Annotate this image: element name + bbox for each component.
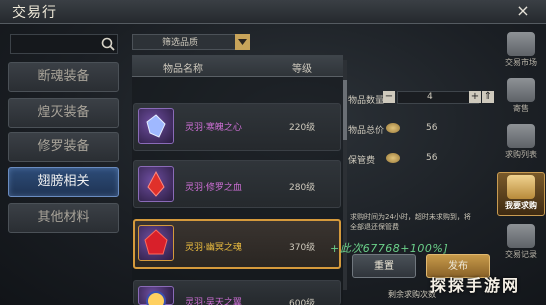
- nav-label: 我要求购: [505, 201, 537, 210]
- item-icon-soul: [138, 225, 174, 261]
- item-level: 370级: [289, 243, 316, 253]
- item-level: 220级: [289, 123, 316, 133]
- quantity-minus-button[interactable]: −: [383, 91, 395, 103]
- window-title: 交易行: [12, 5, 57, 21]
- list-icon: [507, 124, 535, 148]
- coin-icon: [386, 153, 400, 163]
- nav-buy-request[interactable]: 我要求购: [497, 172, 545, 216]
- category-tab-materials[interactable]: 其他材料: [8, 203, 119, 233]
- quantity-value: 4: [427, 92, 433, 102]
- nav-buy-list[interactable]: 求购列表: [497, 122, 545, 166]
- quantity-max-button[interactable]: ⇑: [482, 91, 494, 103]
- column-header-name: 物品名称: [163, 64, 203, 75]
- item-icon-wing: [138, 286, 174, 305]
- nav-consign[interactable]: 寄售: [497, 76, 545, 120]
- title-bar: [0, 0, 546, 24]
- fee-label: 保管费: [348, 156, 376, 166]
- consign-icon: [507, 78, 535, 102]
- nav-label: 交易市场: [505, 58, 537, 67]
- total-price-label: 物品总价: [348, 126, 385, 136]
- scrollbar-thumb[interactable]: [343, 80, 347, 140]
- description-line: 求购时间为24小时，超时未求购到，将: [350, 213, 471, 221]
- nav-label: 交易记录: [505, 250, 537, 259]
- close-icon[interactable]: ×: [512, 0, 534, 22]
- item-icon-frost: [138, 108, 174, 144]
- category-tab-duanhun[interactable]: 断魂装备: [8, 62, 119, 92]
- item-level: 600级: [289, 299, 316, 305]
- watermark: 探探手游网: [430, 276, 521, 295]
- market-icon: [507, 32, 535, 56]
- item-name: 灵羽·修罗之血: [185, 183, 242, 193]
- remaining-buy-count: 剩余求购次数: [388, 290, 436, 299]
- nav-label: 寄售: [513, 104, 529, 113]
- record-icon: [507, 224, 535, 248]
- description-line: 全部退还保管费: [350, 223, 399, 231]
- nav-label: 求购列表: [505, 150, 537, 159]
- search-icon[interactable]: [100, 36, 116, 52]
- quantity-plus-button[interactable]: +: [469, 91, 481, 103]
- item-name: 灵羽·吴天之翼: [185, 298, 242, 305]
- item-icon-blood: [138, 166, 174, 202]
- reset-button[interactable]: 重置: [352, 254, 416, 278]
- total-price-value: 56: [426, 123, 438, 133]
- item-level: 280级: [289, 183, 316, 193]
- category-tab-wings[interactable]: 翅膀相关: [8, 167, 119, 197]
- item-name: 灵羽·寒魄之心: [185, 123, 242, 133]
- quantity-field[interactable]: [397, 91, 479, 104]
- chevron-down-icon[interactable]: [235, 34, 250, 50]
- quality-filter-label: 筛选品质: [162, 38, 199, 48]
- quantity-label: 物品数量: [348, 96, 385, 106]
- column-header-level: 等级: [292, 64, 312, 75]
- item-name: 灵羽·幽冥之魂: [185, 243, 242, 253]
- category-tab-xiuluo[interactable]: 修罗装备: [8, 132, 119, 162]
- purchase-description: 求购时间为24小时，超时未求购到，将 全部退还保管费: [350, 212, 500, 232]
- coin-icon: [386, 123, 400, 133]
- buy-icon: [507, 175, 535, 199]
- nav-market[interactable]: 交易市场: [497, 30, 545, 74]
- nav-trade-record[interactable]: 交易记录: [497, 222, 545, 266]
- category-tab-huangmie[interactable]: 煌灭装备: [8, 98, 119, 128]
- fee-value: 56: [426, 153, 438, 163]
